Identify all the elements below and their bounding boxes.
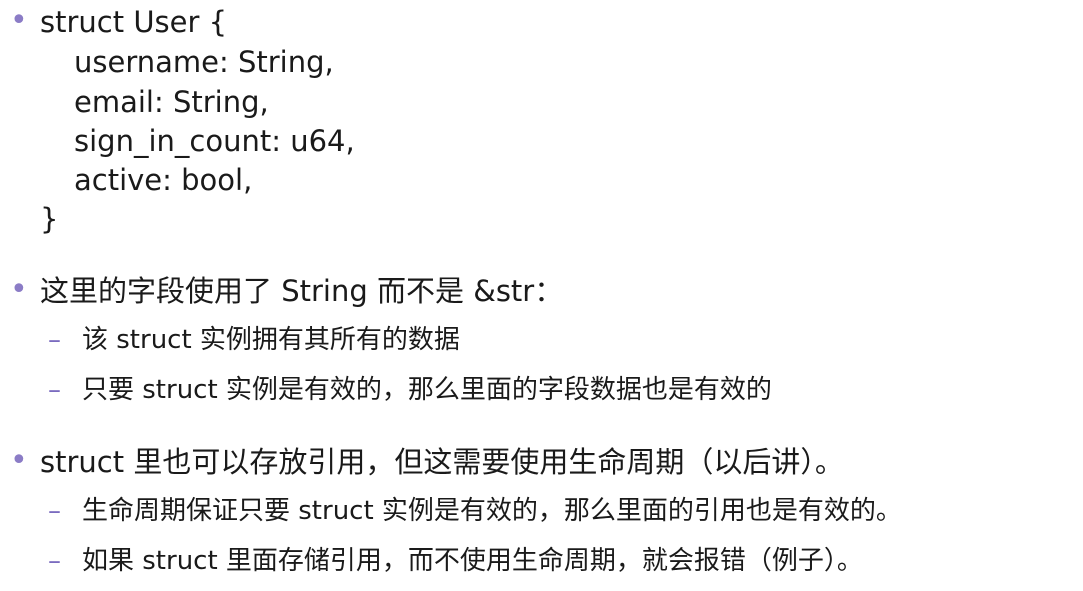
point-text: 这里的字段使用了 String 而不是 &str： bbox=[40, 274, 564, 308]
code-line-3: email: String, bbox=[74, 85, 269, 119]
subpoint-text: 如果 struct 里面存储引用，而不使用生命周期，就会报错（例子）。 bbox=[82, 546, 863, 576]
bullet-dot: • bbox=[10, 3, 28, 38]
point-text: struct 里也可以存放引用，但这需要使用生命周期（以后讲）。 bbox=[40, 445, 844, 479]
code-line-4: sign_in_count: u64, bbox=[74, 124, 355, 158]
bullet-dot: • bbox=[10, 272, 28, 307]
dash-marker: – bbox=[48, 546, 61, 576]
slide: • struct User { username: String, email:… bbox=[0, 0, 1083, 591]
subpoint-text: 生命周期保证只要 struct 实例是有效的，那么里面的引用也是有效的。 bbox=[82, 496, 902, 526]
subpoint-text: 只要 struct 实例是有效的，那么里面的字段数据也是有效的 bbox=[82, 375, 772, 405]
dash-marker: – bbox=[48, 325, 61, 355]
code-line-2: username: String, bbox=[74, 45, 334, 79]
dash-marker: – bbox=[48, 496, 61, 526]
bullet-dot: • bbox=[10, 443, 28, 478]
subpoint-text: 该 struct 实例拥有其所有的数据 bbox=[82, 325, 460, 355]
code-line-1: struct User { bbox=[40, 5, 228, 39]
code-line-5: active: bool, bbox=[74, 163, 253, 197]
code-line-6: } bbox=[40, 202, 59, 236]
dash-marker: – bbox=[48, 375, 61, 405]
